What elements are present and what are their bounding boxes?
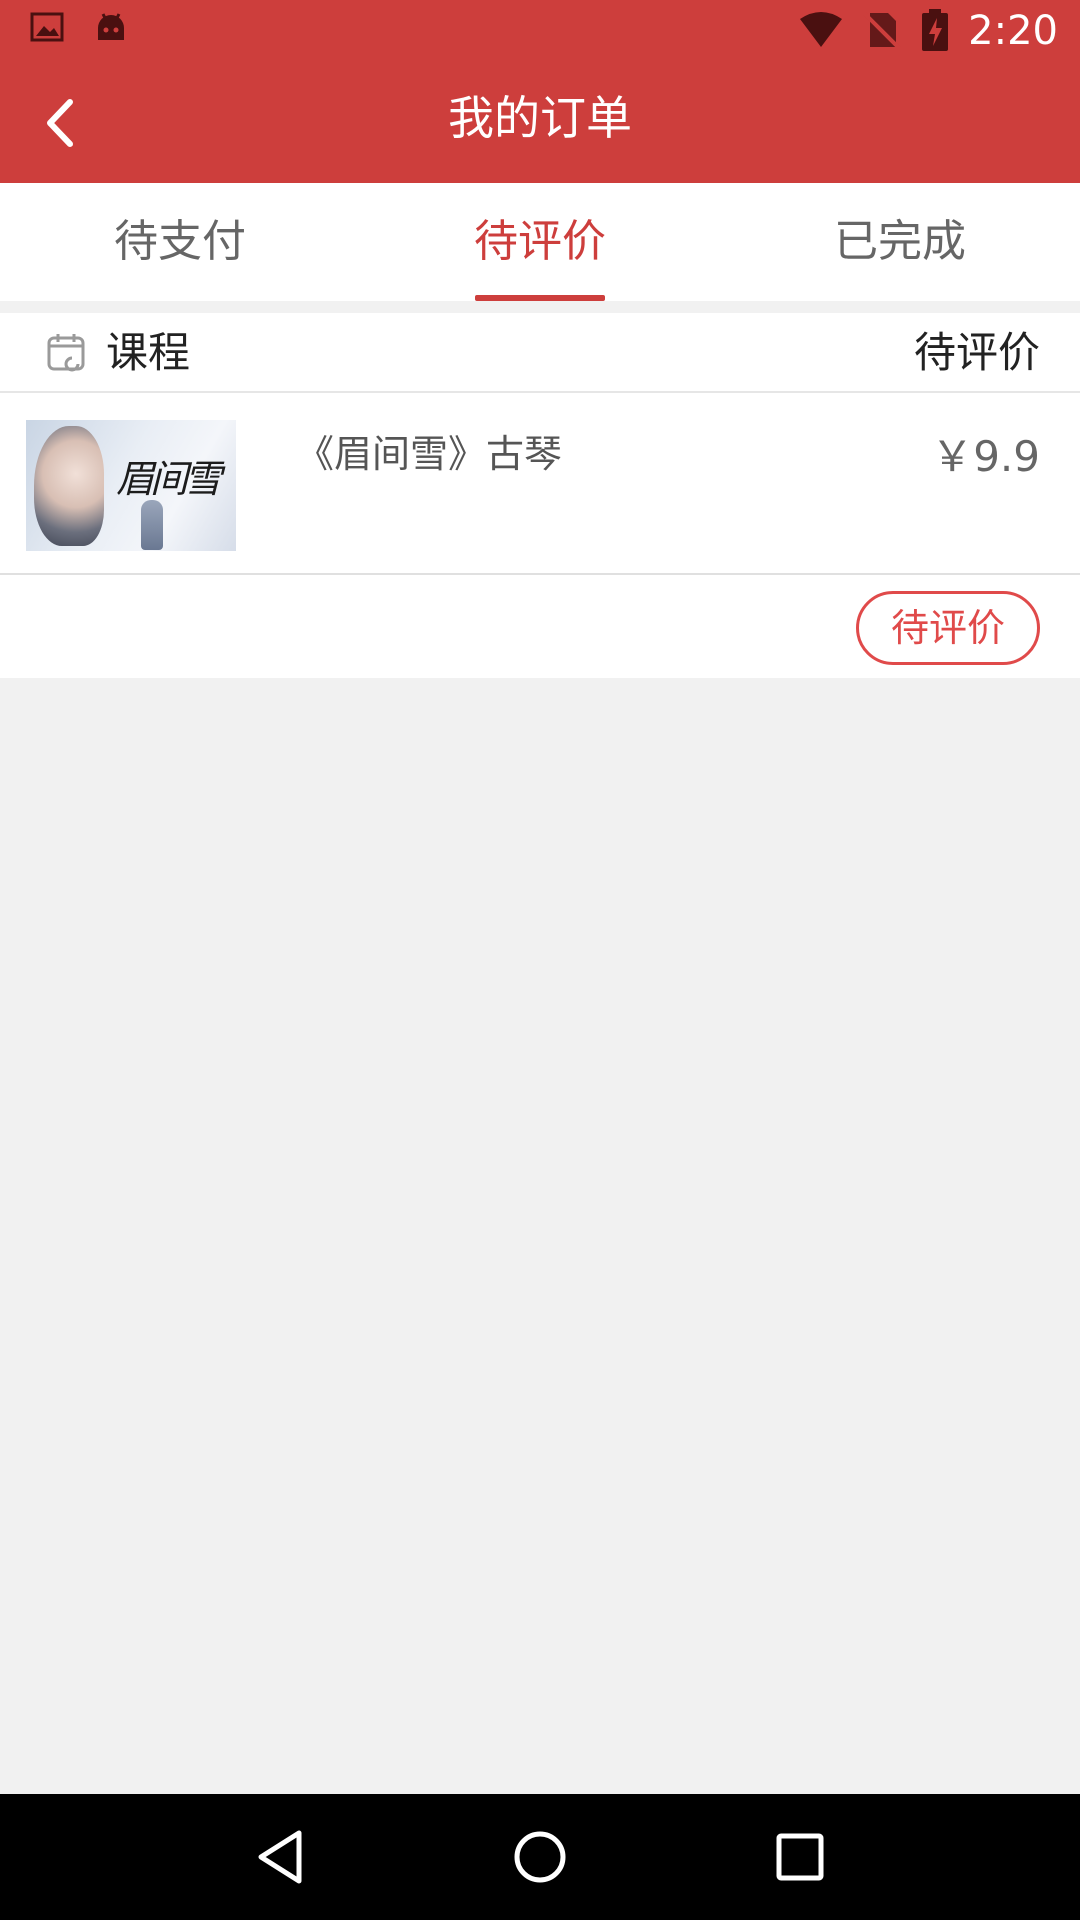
order-card-header: 课程 待评价 [0,313,1080,393]
nav-home-button[interactable] [500,1817,580,1897]
course-thumbnail: 眉间雪 [26,420,236,551]
tab-completed[interactable]: 已完成 [720,183,1080,301]
active-tab-indicator [475,295,605,301]
page-title: 我的订单 [448,91,632,145]
tab-label: 待评价 [474,216,606,267]
recents-square-icon [776,1833,824,1881]
order-card: 课程 待评价 眉间雪 《眉间雪》古琴 ￥9.9 待评价 [0,313,1080,678]
home-circle-icon [514,1831,566,1883]
back-triangle-icon [258,1830,302,1884]
order-type-label: 课程 [106,328,191,377]
review-button[interactable]: 待评价 [856,591,1040,665]
app-bar: 我的订单 [0,63,1080,183]
wifi-icon [798,11,844,53]
tab-pending-payment[interactable]: 待支付 [0,183,360,301]
status-bar: 2:20 [0,0,1080,63]
android-icon [94,10,128,48]
thumbnail-character [34,426,104,546]
nav-recents-button[interactable] [760,1817,840,1897]
course-name: 《眉间雪》古琴 [296,432,563,476]
system-nav-bar [0,1794,1080,1920]
thumbnail-figure [141,500,163,550]
no-sim-icon [862,9,902,55]
tab-label: 已完成 [834,216,966,267]
order-item[interactable]: 眉间雪 《眉间雪》古琴 ￥9.9 [0,393,1080,575]
order-tabs: 待支付 待评价 已完成 [0,183,1080,301]
nav-back-button[interactable] [240,1817,320,1897]
tab-pending-review[interactable]: 待评价 [360,183,720,301]
status-clock: 2:20 [968,8,1058,54]
battery-charging-icon [920,8,950,56]
tab-label: 待支付 [114,216,246,267]
order-status-label: 待评价 [913,328,1040,377]
thumbnail-title: 眉间雪 [116,457,222,501]
image-icon [30,10,64,48]
order-actions: 待评价 [0,575,1080,678]
course-price: ￥9.9 [931,432,1040,481]
calendar-icon [47,334,85,372]
